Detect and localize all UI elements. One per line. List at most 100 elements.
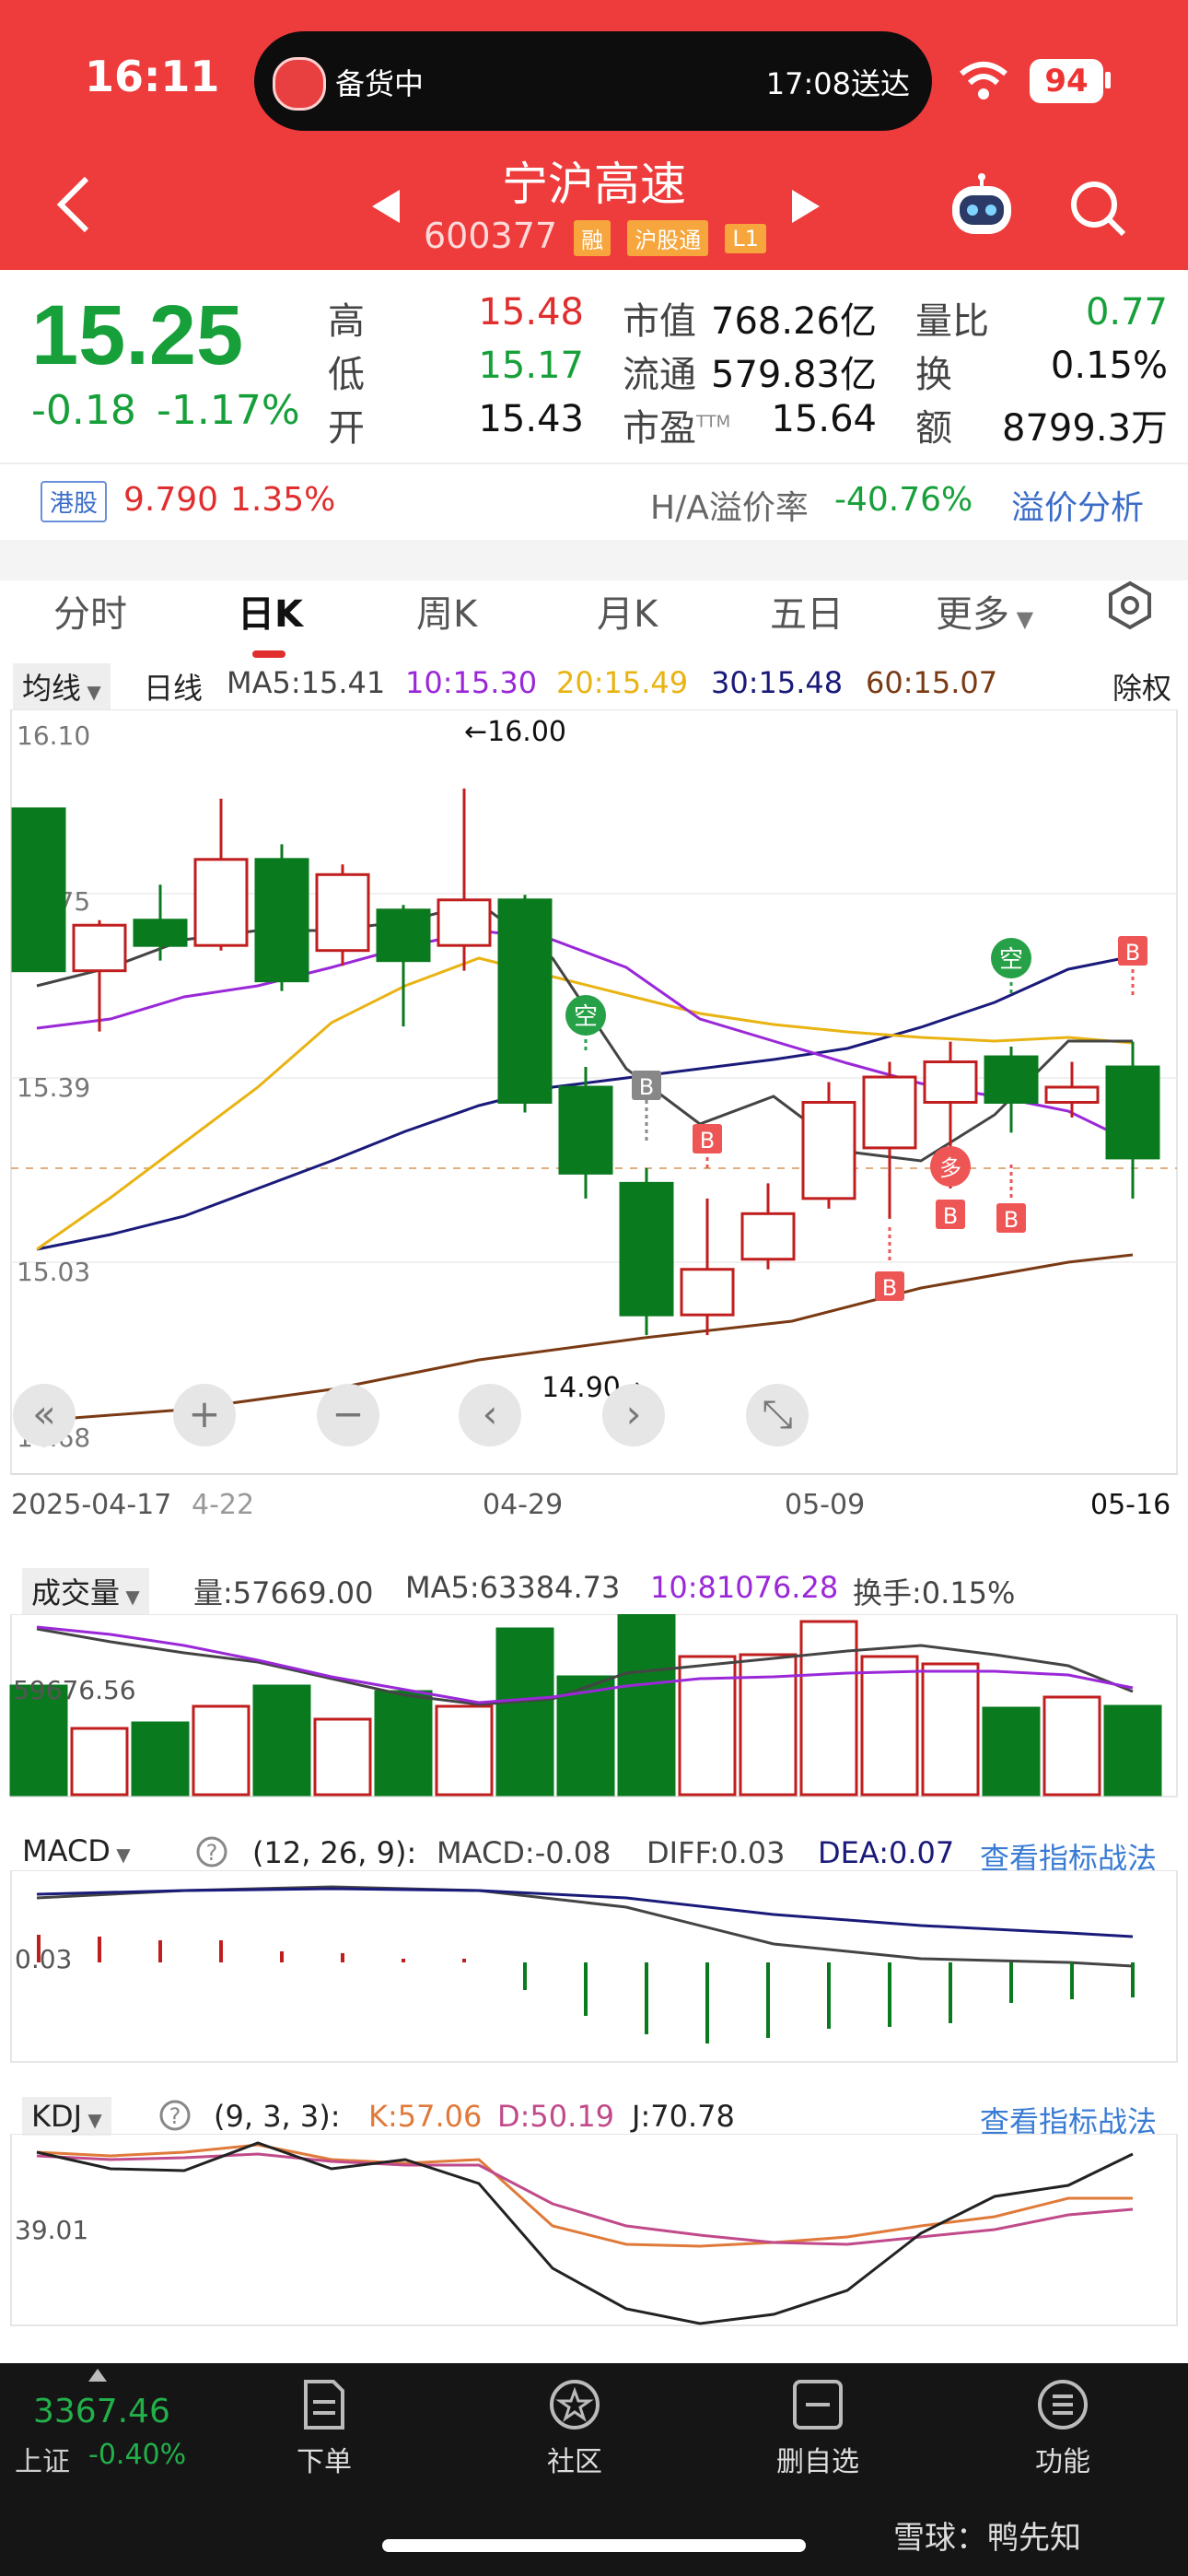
ma5-value: MA5:15.41: [227, 665, 386, 700]
kdj-chart[interactable]: 39.01: [0, 2134, 1188, 2327]
stat-float: 579.83亿: [711, 354, 877, 396]
order-button[interactable]: 下单: [250, 2378, 398, 2479]
signal-b-gray[interactable]: B: [632, 1071, 661, 1142]
premium-analysis-link[interactable]: 溢价分析: [1011, 481, 1144, 529]
macd-bar: [523, 1962, 527, 1990]
volume-selector[interactable]: 成交量 ▼: [22, 1568, 149, 1614]
functions-button[interactable]: 功能: [989, 2378, 1136, 2479]
robot-assistant-icon[interactable]: [947, 173, 1017, 243]
stat-label-mktcap: 市值: [623, 300, 696, 343]
macd-chart[interactable]: 0.03: [0, 1870, 1188, 2064]
signal-b-5[interactable]: B: [1118, 936, 1147, 995]
volume-bar: [860, 1655, 919, 1797]
stat-open: 15.43: [478, 398, 584, 440]
volume-bar: [313, 1717, 372, 1797]
tab-intraday[interactable]: 分时: [53, 584, 127, 638]
watermark: 雪球：鸭先知: [893, 2520, 1081, 2557]
volume-bar: [799, 1620, 858, 1797]
tab-daily-k[interactable]: 日K: [238, 584, 303, 638]
expand-icon[interactable]: [88, 2369, 107, 2382]
volume-bars: [9, 1614, 1162, 1797]
volume-bar: [131, 1721, 190, 1797]
signal-b-3[interactable]: B: [936, 1200, 965, 1229]
tab-more[interactable]: 更多 ▼: [936, 584, 1033, 638]
ex-rights-toggle[interactable]: 除权: [1112, 665, 1171, 708]
stat-label-float: 流通: [623, 354, 696, 396]
community-button[interactable]: 社区: [501, 2378, 648, 2479]
candle-body: [984, 1055, 1039, 1104]
zoom-in-button[interactable]: +: [173, 1384, 236, 1446]
stat-label-open: 开: [328, 407, 365, 450]
volume-turnover: 换手:0.15%: [853, 1575, 1016, 1610]
home-indicator[interactable]: [382, 2539, 806, 2552]
help-icon[interactable]: ?: [195, 1835, 228, 1872]
candle-body: [740, 1212, 796, 1261]
svg-text:B: B: [700, 1128, 715, 1153]
dynamic-island[interactable]: 备货中 17:08送达: [254, 31, 932, 131]
stat-pe: 15.64: [771, 398, 877, 440]
signal-b-4[interactable]: B: [996, 1165, 1026, 1233]
zoom-out-button[interactable]: −: [317, 1384, 379, 1446]
hk-pct: 1.35%: [230, 481, 336, 519]
stock-code: 600377: [424, 216, 558, 256]
signal-b-2[interactable]: B: [875, 1227, 904, 1301]
scroll-left-button[interactable]: ‹: [459, 1384, 521, 1446]
next-stock-icon[interactable]: [790, 188, 823, 228]
signal-kong-2[interactable]: 空: [991, 938, 1031, 995]
remove-watchlist-button[interactable]: 删自选: [744, 2378, 891, 2479]
macd-dea: DEA:0.07: [818, 1835, 955, 1870]
tab-monthly-k[interactable]: 月K: [597, 584, 658, 638]
chart-settings-icon[interactable]: [1105, 580, 1155, 634]
volume-bar: [435, 1704, 494, 1797]
signal-kong-1[interactable]: 空: [565, 995, 606, 1052]
volume-bar: [374, 1690, 433, 1797]
stat-label-amount: 额: [915, 407, 952, 450]
signal-duo[interactable]: 多: [930, 1146, 971, 1187]
tab-five-day[interactable]: 五日: [770, 584, 844, 638]
help-icon[interactable]: ?: [158, 2099, 192, 2136]
signal-b-1[interactable]: B: [693, 1124, 722, 1170]
stat-volratio: 0.77: [1085, 291, 1168, 334]
date-0509: 05-09: [785, 1489, 865, 1520]
candle-body: [437, 898, 492, 947]
svg-text:B: B: [882, 1275, 897, 1301]
candle-body: [376, 908, 431, 963]
macd-bar: [888, 1962, 891, 2027]
volume-chart[interactable]: 59676.56: [0, 1614, 1188, 1798]
stat-label-turnover: 换: [915, 354, 952, 396]
svg-text:空: 空: [574, 1003, 598, 1031]
ma20-value: 20:15.49: [556, 665, 689, 700]
section-gap: [0, 540, 1188, 580]
stat-low: 15.17: [478, 345, 584, 387]
candle-body: [923, 1060, 978, 1104]
volume-value: 量:57669.00: [193, 1575, 374, 1610]
hk-price[interactable]: 9.790: [123, 481, 218, 519]
hk-tag: 港股: [41, 481, 108, 522]
tab-weekly-k[interactable]: 周K: [416, 584, 477, 638]
index-value[interactable]: 3367.46: [33, 2393, 170, 2430]
date-0422: 4-22: [192, 1489, 254, 1520]
svg-text:B: B: [1004, 1207, 1019, 1233]
candle-body: [680, 1268, 735, 1317]
macd-bar: [98, 1937, 101, 1962]
y-tick-3: 15.03: [17, 1257, 90, 1287]
macd-bar: [705, 1962, 709, 2043]
tag-connect: 沪股通: [627, 220, 709, 256]
svg-text:?: ?: [169, 2103, 181, 2129]
macd-selector[interactable]: MACD ▼: [22, 1833, 131, 1868]
search-icon[interactable]: [1068, 179, 1127, 241]
ma60-value: 60:15.07: [866, 665, 998, 700]
divider: [0, 463, 1188, 464]
stat-mktcap: 768.26亿: [711, 300, 877, 343]
community-icon: [550, 2380, 600, 2430]
scroll-right-button[interactable]: ›: [602, 1384, 665, 1446]
ma10-value: 10:15.30: [405, 665, 538, 700]
macd-bar: [280, 1951, 284, 1962]
candle-body: [254, 858, 309, 983]
volume-bar: [192, 1704, 250, 1797]
macd-diff: DIFF:0.03: [646, 1835, 786, 1870]
kdj-selector[interactable]: KDJ ▼: [22, 2097, 111, 2136]
rewind-button[interactable]: «: [13, 1384, 76, 1446]
fullscreen-button[interactable]: ⤡: [746, 1384, 809, 1446]
ma-selector[interactable]: 均线 ▼: [13, 663, 111, 709]
